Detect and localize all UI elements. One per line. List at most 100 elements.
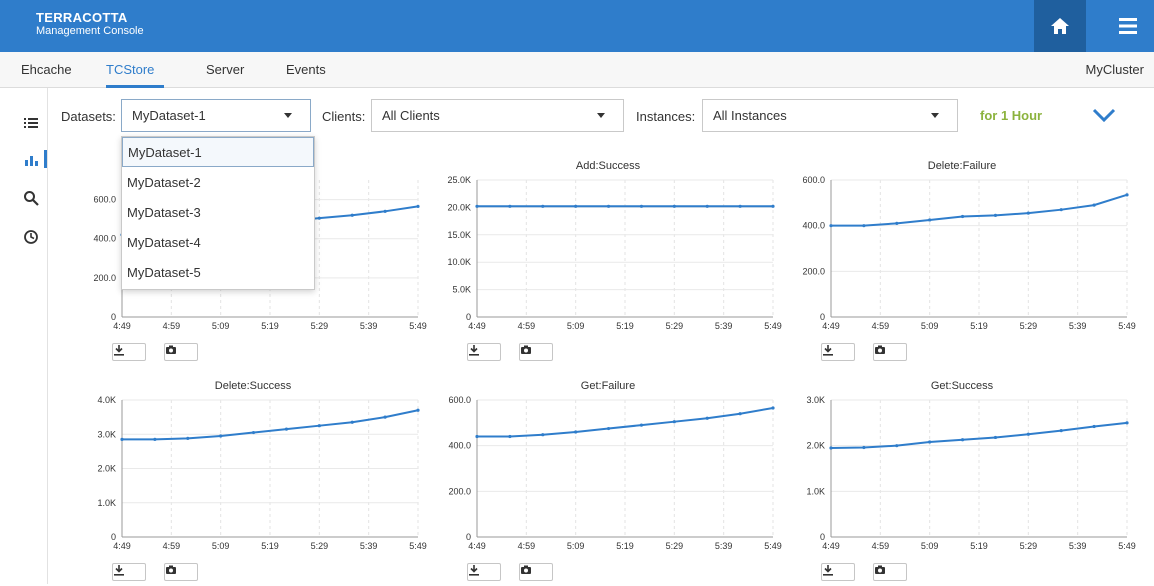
data-point [862, 224, 866, 228]
data-point [508, 434, 512, 439]
data-point [475, 204, 479, 208]
x-tick-label: 5:29 [1020, 321, 1038, 331]
x-tick-label: 5:09 [212, 541, 230, 551]
datasets-select[interactable]: MyDataset-1 [121, 99, 311, 132]
list-icon[interactable] [23, 115, 39, 131]
y-tick-label: 600.0 [448, 395, 471, 405]
chart-svg: 0200.0400.0600.04:49 4:59 5:09 5:19 5:29 5:39… [448, 395, 782, 551]
tab-tcstore[interactable]: TCStore [106, 62, 154, 77]
tab-server[interactable]: Server [206, 62, 244, 77]
x-tick-label: 5:39 [1069, 541, 1087, 551]
data-point [960, 438, 965, 442]
download-button[interactable] [821, 343, 855, 361]
data-point [705, 204, 709, 208]
chart-panel: Delete:Success 0 1.0K 2.0K 3.0K 4.0K 4:49 4:59 5… [78, 380, 428, 586]
data-point [1125, 421, 1129, 425]
data-point [350, 213, 354, 217]
dropdown-option[interactable]: MyDataset-5 [122, 258, 314, 288]
clients-select[interactable]: All Clients [371, 99, 624, 132]
download-button[interactable] [467, 343, 501, 361]
y-tick-label: 200.0 [448, 486, 471, 496]
cluster-name[interactable]: MyCluster [1085, 62, 1144, 77]
y-tick-label: 5.0K [452, 285, 471, 295]
active-rail-indicator [44, 150, 47, 168]
main-menu-button[interactable] [1102, 0, 1154, 52]
data-point [219, 434, 223, 438]
chart-panel: Add:Success 0 5.0K 10.0K 15.0K 20.0K 25.0K 4:49… [433, 160, 783, 366]
y-tick-label: 4.0K [97, 395, 116, 405]
chart-panel: Delete:Failure 0 200.0 400.0 600.0 4:49 4:59 5:… [787, 160, 1137, 366]
snapshot-button[interactable] [873, 343, 907, 361]
y-tick-label: 400.0 [93, 234, 116, 244]
data-point [738, 204, 742, 208]
snapshot-button[interactable] [519, 343, 553, 361]
home-button[interactable] [1034, 0, 1086, 52]
brand-logo: TERRACOTTA Management Console [36, 11, 144, 38]
x-tick-label: 4:59 [518, 321, 536, 331]
snapshot-button[interactable] [164, 563, 198, 581]
snapshot-button[interactable] [873, 563, 907, 581]
x-tick-label: 5:29 [311, 321, 329, 331]
bar-chart-icon[interactable] [23, 152, 39, 168]
instances-select[interactable]: All Instances [702, 99, 958, 132]
data-point [639, 423, 644, 427]
data-point [639, 204, 644, 208]
x-tick-label: 5:29 [311, 541, 329, 551]
snapshot-button[interactable] [164, 343, 198, 361]
y-tick-label: 1.0K [97, 498, 116, 508]
time-range-link[interactable]: for 1 Hour [980, 108, 1042, 123]
dropdown-option[interactable]: MyDataset-3 [122, 198, 314, 228]
download-button[interactable] [467, 563, 501, 581]
brand-title: TERRACOTTA [36, 10, 128, 25]
x-tick-label: 5:29 [1020, 541, 1038, 551]
camera-icon [521, 565, 531, 574]
y-tick-label: 600.0 [93, 195, 116, 205]
data-point [541, 433, 545, 437]
x-tick-label: 5:39 [360, 321, 378, 331]
dropdown-option[interactable]: MyDataset-4 [122, 228, 314, 258]
collapse-chevron-icon[interactable] [1091, 106, 1117, 124]
y-tick-label: 200.0 [802, 266, 825, 276]
dropdown-option[interactable]: MyDataset-2 [122, 168, 314, 198]
data-point [251, 430, 256, 435]
x-tick-label: 4:49 [468, 321, 486, 331]
data-point [475, 434, 479, 439]
chart-panel: Get:Success 0 1.0K 2.0K 3.0K 4:49 4:59 5:09 5:19… [787, 380, 1137, 586]
x-tick-label: 5:39 [360, 541, 378, 551]
x-tick-label: 5:49 [409, 321, 427, 331]
snapshot-button[interactable] [519, 563, 553, 581]
camera-icon [166, 345, 176, 354]
data-point [350, 420, 354, 424]
dropdown-option[interactable]: MyDataset-1 [122, 137, 314, 167]
clock-icon[interactable] [23, 229, 39, 245]
y-tick-label: 3.0K [806, 395, 825, 405]
datasets-dropdown: MyDataset-1 MyDataset-2 MyDataset-3 MyDa… [121, 136, 315, 290]
data-point [574, 204, 578, 208]
app-header: TERRACOTTA Management Console [0, 0, 1154, 52]
data-point [1026, 432, 1030, 436]
x-tick-label: 5:09 [567, 541, 585, 551]
x-tick-label: 5:49 [1118, 321, 1136, 331]
x-tick-label: 5:09 [567, 321, 585, 331]
x-tick-label: 5:09 [212, 321, 230, 331]
camera-icon [875, 565, 885, 574]
download-button[interactable] [112, 563, 146, 581]
x-tick-label: 5:49 [764, 541, 782, 551]
download-button[interactable] [112, 343, 146, 361]
x-tick-label: 5:49 [409, 541, 427, 551]
chart-svg: 05.0K10.0K15.0K20.0K25.0K4:49 4:59 5:09 5:1… [447, 175, 782, 331]
tab-ehcache[interactable]: Ehcache [21, 62, 72, 77]
y-tick-label: 400.0 [448, 441, 471, 451]
tab-events[interactable]: Events [286, 62, 326, 77]
download-button[interactable] [821, 563, 855, 581]
data-point [738, 412, 742, 416]
x-tick-label: 5:19 [970, 321, 988, 331]
x-tick-label: 5:39 [715, 541, 733, 551]
x-tick-label: 5:39 [1069, 321, 1087, 331]
search-icon[interactable] [23, 190, 39, 206]
camera-icon [875, 345, 885, 354]
chart-svg: 01.0K2.0K3.0K4:49 4:59 5:09 5:19 5:29 5:39 5:4… [806, 395, 1135, 551]
data-point [1092, 424, 1096, 429]
x-tick-label: 5:49 [764, 321, 782, 331]
x-tick-label: 4:49 [113, 541, 131, 551]
